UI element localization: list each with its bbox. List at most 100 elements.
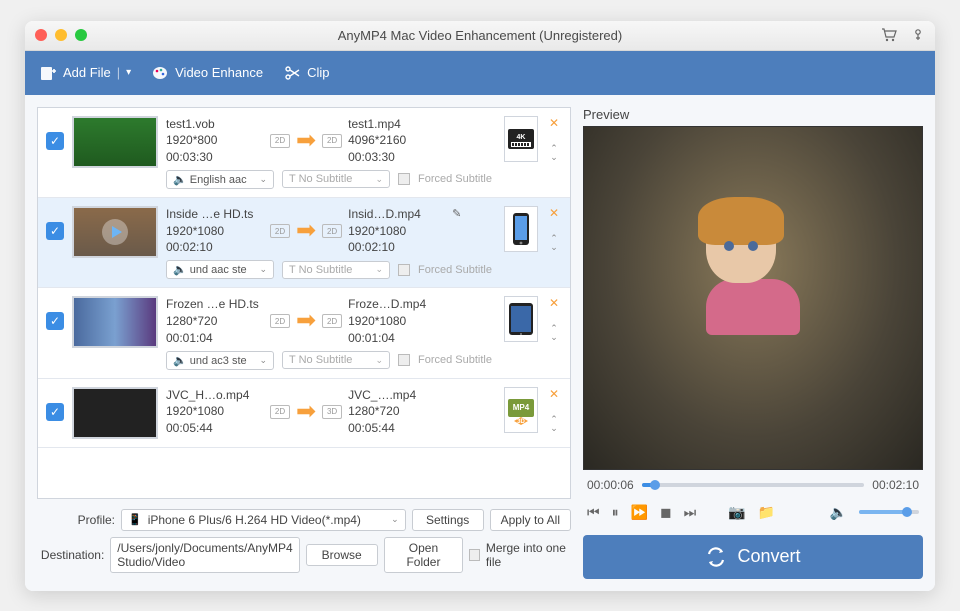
source-info: Frozen …e HD.ts1280*72000:01:04 xyxy=(166,296,264,346)
clip-label: Clip xyxy=(307,65,329,80)
remove-button[interactable]: ✕ xyxy=(549,116,559,130)
arrow-icon: ➡ xyxy=(296,129,316,153)
app-window: AnyMP4 Mac Video Enhancement (Unregister… xyxy=(25,21,935,591)
destination-input[interactable]: /Users/jonly/Documents/AnyMP4 Studio/Vid… xyxy=(110,537,299,573)
list-item[interactable]: ✓ test1.vob1920*80000:03:30 2D ➡ 2D test… xyxy=(38,108,570,198)
add-file-icon xyxy=(39,64,57,82)
forced-subtitle-checkbox[interactable] xyxy=(398,173,410,185)
toolbar: Add File | ▾ Video Enhance Clip xyxy=(25,51,935,95)
device-select[interactable]: MP43D xyxy=(504,387,538,433)
forced-subtitle-checkbox[interactable] xyxy=(398,354,410,366)
source-info: test1.vob1920*80000:03:30 xyxy=(166,116,264,166)
item-checkbox[interactable]: ✓ xyxy=(46,403,64,421)
thumbnail[interactable] xyxy=(72,387,158,439)
stop-button[interactable]: ◼ xyxy=(660,504,672,521)
window-controls xyxy=(35,29,87,41)
thumbnail[interactable] xyxy=(72,296,158,348)
source-badge: 2D xyxy=(270,405,290,419)
close-icon[interactable] xyxy=(35,29,47,41)
palette-icon xyxy=(151,64,169,82)
thumbnail[interactable] xyxy=(72,116,158,168)
item-checkbox[interactable]: ✓ xyxy=(46,132,64,150)
reorder-buttons[interactable]: ⌃⌄ xyxy=(550,324,558,342)
snapshot-button[interactable]: 📷 xyxy=(728,504,745,521)
remove-button[interactable]: ✕ xyxy=(549,206,559,220)
audio-select[interactable]: 🔈 und aac ste⌄ xyxy=(166,260,274,279)
svg-text:4K: 4K xyxy=(517,134,526,141)
convert-button[interactable]: Convert xyxy=(583,535,923,579)
audio-select[interactable]: 🔈 und ac3 ste⌄ xyxy=(166,351,274,370)
arrow-icon: ➡ xyxy=(296,400,316,424)
maximize-icon[interactable] xyxy=(75,29,87,41)
minimize-icon[interactable] xyxy=(55,29,67,41)
clip-button[interactable]: Clip xyxy=(283,64,329,82)
output-info: Insid…D.mp41920*108000:02:10 xyxy=(348,206,446,256)
preview-area[interactable] xyxy=(583,126,923,470)
output-badge: 2D xyxy=(322,134,342,148)
device-icon: 📱 xyxy=(128,513,142,526)
chevron-down-icon: ⌄ xyxy=(391,514,399,525)
source-info: Inside …e HD.ts1920*108000:02:10 xyxy=(166,206,264,256)
content: ✓ test1.vob1920*80000:03:30 2D ➡ 2D test… xyxy=(25,95,935,591)
current-time: 00:00:06 xyxy=(587,478,634,492)
source-badge: 2D xyxy=(270,134,290,148)
remove-button[interactable]: ✕ xyxy=(549,296,559,310)
device-select[interactable] xyxy=(504,206,538,252)
remove-button[interactable]: ✕ xyxy=(549,387,559,401)
merge-checkbox[interactable] xyxy=(469,549,480,561)
add-file-label: Add File xyxy=(63,65,111,80)
preview-frame xyxy=(706,205,800,335)
add-file-button[interactable]: Add File | ▾ xyxy=(39,64,131,82)
convert-label: Convert xyxy=(737,546,800,567)
source-badge: 2D xyxy=(270,224,290,238)
reorder-buttons[interactable]: ⌃⌄ xyxy=(550,234,558,252)
source-info: JVC_H…o.mp41920*108000:05:44 xyxy=(166,387,264,437)
reorder-buttons[interactable]: ⌃⌄ xyxy=(550,415,558,433)
playback-controls: ⏮ ⏸ ⏩ ◼ ⏭ 📷 📁 🔈 xyxy=(583,500,923,525)
svg-text:MP4: MP4 xyxy=(513,403,530,412)
item-checkbox[interactable]: ✓ xyxy=(46,222,64,240)
device-select[interactable] xyxy=(504,296,538,342)
browse-button[interactable]: Browse xyxy=(306,544,378,566)
subtitle-select[interactable]: T No Subtitle⌄ xyxy=(282,261,390,279)
volume-slider[interactable] xyxy=(859,510,919,514)
thumbnail[interactable] xyxy=(72,206,158,258)
right-panel: Preview 00:00:06 00:02:10 ⏮ ⏸ ⏩ ◼ ⏭ xyxy=(583,107,923,579)
list-item[interactable]: ✓ Inside …e HD.ts1920*108000:02:10 2D ➡ … xyxy=(38,198,570,288)
key-icon[interactable] xyxy=(911,28,925,42)
prev-button[interactable]: ⏮ xyxy=(587,504,600,521)
fastfwd-button[interactable]: ⏩ xyxy=(631,504,648,521)
convert-icon xyxy=(705,546,727,568)
output-info: Froze…D.mp41920*108000:01:04 xyxy=(348,296,446,346)
seek-slider[interactable] xyxy=(642,483,865,487)
subtitle-select[interactable]: T No Subtitle⌄ xyxy=(282,351,390,369)
edit-icon[interactable]: ✎ xyxy=(452,207,461,220)
list-item[interactable]: ✓ JVC_H…o.mp41920*108000:05:44 2D ➡ 3D J… xyxy=(38,379,570,448)
pause-button[interactable]: ⏸ xyxy=(612,504,619,521)
arrow-icon: ➡ xyxy=(296,219,316,243)
titlebar: AnyMP4 Mac Video Enhancement (Unregister… xyxy=(25,21,935,51)
forced-subtitle-label: Forced Subtitle xyxy=(418,264,492,276)
subtitle-select[interactable]: T No Subtitle⌄ xyxy=(282,170,390,188)
source-badge: 2D xyxy=(270,314,290,328)
profile-select[interactable]: 📱 iPhone 6 Plus/6 H.264 HD Video(*.mp4) … xyxy=(121,509,406,531)
settings-button[interactable]: Settings xyxy=(412,509,484,531)
device-select[interactable]: 4K xyxy=(504,116,538,162)
forced-subtitle-checkbox[interactable] xyxy=(398,264,410,276)
item-checkbox[interactable]: ✓ xyxy=(46,312,64,330)
output-badge: 2D xyxy=(322,224,342,238)
volume-icon[interactable]: 🔈 xyxy=(830,504,847,521)
audio-select[interactable]: 🔈 English aac⌄ xyxy=(166,170,274,189)
open-button[interactable]: 📁 xyxy=(758,504,775,521)
merge-label: Merge into one file xyxy=(486,541,571,569)
dropdown-icon[interactable]: ▾ xyxy=(126,67,131,78)
list-item[interactable]: ✓ Frozen …e HD.ts1280*72000:01:04 2D ➡ 2… xyxy=(38,288,570,378)
cart-icon[interactable] xyxy=(881,28,897,42)
open-folder-button[interactable]: Open Folder xyxy=(384,537,464,573)
next-button[interactable]: ⏭ xyxy=(684,504,697,521)
apply-all-button[interactable]: Apply to All xyxy=(490,509,571,531)
reorder-buttons[interactable]: ⌃⌄ xyxy=(550,144,558,162)
profile-value: iPhone 6 Plus/6 H.264 HD Video(*.mp4) xyxy=(148,513,385,527)
bottom-bar: Profile: 📱 iPhone 6 Plus/6 H.264 HD Vide… xyxy=(37,509,571,579)
video-enhance-button[interactable]: Video Enhance xyxy=(151,64,263,82)
